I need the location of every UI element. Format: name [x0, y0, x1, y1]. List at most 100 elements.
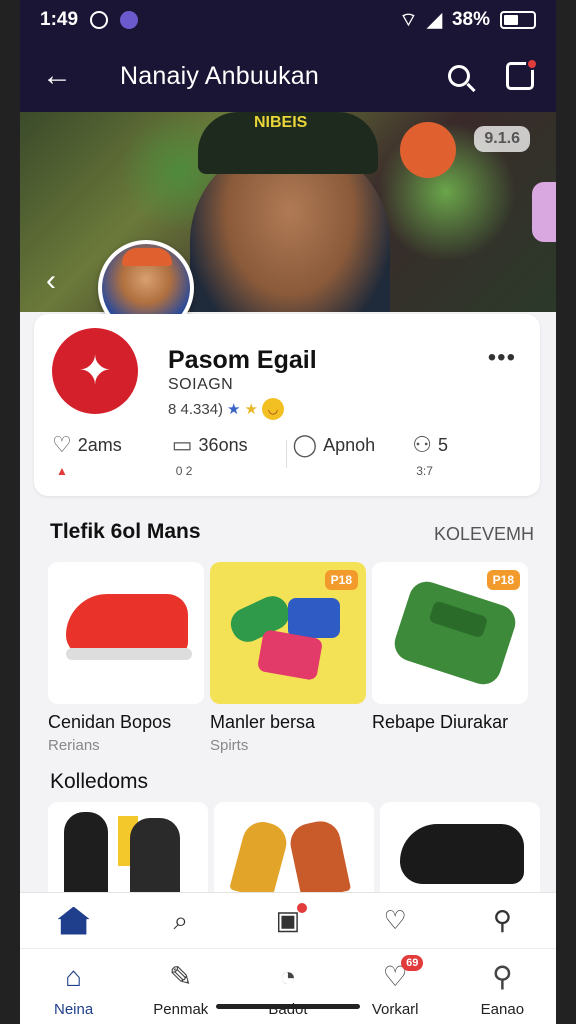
tab-home[interactable] [49, 901, 99, 941]
flame-icon: ▲ [56, 464, 68, 478]
shop-name: Pasom Egail [168, 346, 317, 374]
profile-card: ✦ Pasom Egail SOIAGN 8 4.334) ★ ★ ◡ ••• … [34, 314, 540, 496]
hero-side-figure [532, 182, 556, 242]
stat-followers[interactable]: ⚇ 5 3:7 [406, 432, 526, 478]
bottom-nav-profile[interactable]: ⚲ Eanao [456, 959, 548, 1018]
notification-icon [90, 11, 109, 29]
product-carousel: Cenidan Bopos Rerians P18 Manler bersa S… [48, 562, 540, 762]
bottom-nav-label: Neina [53, 1001, 94, 1018]
product-category: Rerians [48, 737, 100, 754]
stat-sub: 3:7 [416, 464, 433, 478]
tab-profile[interactable]: ⚲ [477, 901, 527, 941]
page-title: Nanaiy Anbuukan [120, 61, 319, 90]
avatar-cap [122, 248, 172, 266]
product-card[interactable]: P18 Rebape Diurakar [372, 562, 528, 762]
rating-row: 8 4.334) ★ ★ ◡ [168, 398, 284, 420]
collection-card[interactable] [214, 802, 374, 896]
product-card[interactable]: Cenidan Bopos Rerians [48, 562, 204, 762]
notification-count-badge: 69 [401, 955, 424, 971]
bottom-nav-badge[interactable]: ◔ Badot [242, 959, 334, 1018]
back-arrow-icon[interactable]: ← [42, 59, 82, 93]
boot-image [286, 817, 352, 896]
green-bag [390, 577, 520, 689]
tab-favorites[interactable]: ♡ [370, 901, 420, 941]
stat-label: Apnoh [323, 434, 376, 455]
device-bezel-right [556, 0, 576, 1024]
product-card[interactable]: P18 Manler bersa Spirts [210, 562, 366, 762]
status-bar: 1:49 ⌔ ◢ 38% [20, 0, 556, 40]
bottom-nav-label: Penmak [153, 1001, 209, 1018]
app-bar: ← Nanaiy Anbuukan [20, 40, 556, 112]
product-name: Rebape Diurakar [372, 712, 509, 732]
tab-bar-upper: ⌕ ▣ ♡ ⚲ [20, 892, 556, 948]
product-item [288, 598, 340, 638]
stat-messages[interactable]: ▭ 36ons 0 2 [166, 432, 286, 478]
see-all-link[interactable]: KOLEVEMH [434, 524, 534, 545]
tab-search[interactable]: ⌕ [156, 901, 206, 941]
bottom-nav-home[interactable]: ⌂ Neina [28, 959, 120, 1018]
brand-logo[interactable]: ✦ [52, 328, 138, 414]
product-image: P18 [210, 562, 366, 704]
star-icon: ★ [227, 401, 241, 418]
rating-value: 8 4.334) [168, 400, 224, 418]
hero-cap-text: NIBEIS [254, 114, 308, 131]
boot-image [229, 817, 291, 896]
star-gold-icon: ★ [244, 401, 258, 418]
stat-chat[interactable]: ◯ Apnoh [287, 432, 407, 478]
product-category: Spirts [210, 737, 249, 754]
black-sneaker [400, 824, 524, 884]
search-icon: ⌕ [173, 904, 189, 935]
people-icon: ⚇ [412, 432, 432, 457]
sneaker-sole [66, 648, 192, 660]
shop-subtitle: SOIAGN [168, 376, 234, 393]
home-indicator[interactable] [216, 1004, 360, 1009]
stat-likes[interactable]: ♡ 2ams ▲ [46, 432, 166, 478]
home-icon [57, 906, 90, 935]
player-figure [130, 818, 180, 896]
bottom-nav-favorites[interactable]: ♡ 69 Vorkarl [349, 955, 441, 1018]
bottom-nav-label: Eanao [480, 1001, 525, 1018]
cart-icon[interactable] [506, 58, 538, 90]
stat-label: 36ons [198, 434, 248, 455]
collections-title: Kolledoms [50, 770, 149, 793]
product-badge: P18 [324, 570, 358, 590]
status-time: 1:49 [40, 9, 79, 30]
section-title: Tlefik 6ol Mans [50, 520, 201, 543]
home-icon: ⌂ [65, 961, 83, 992]
user-icon: ⚲ [492, 961, 513, 992]
device-bezel-left [0, 0, 20, 1024]
tab-cart[interactable]: ▣ [263, 901, 313, 941]
more-options-icon[interactable]: ••• [488, 344, 516, 372]
search-icon[interactable] [448, 65, 470, 87]
bottom-nav-edit[interactable]: ✎ Penmak [135, 959, 227, 1018]
signal-icon: ◢ [427, 9, 442, 31]
player-figure [64, 812, 108, 896]
product-name: Cenidan Bopos [48, 712, 172, 732]
wifi-icon: ⌔ [399, 10, 418, 31]
edit-icon: ✎ [169, 961, 193, 992]
chat-square-icon: ▭ [171, 432, 193, 457]
emoji-icon: ◡ [261, 398, 284, 420]
battery-percent: 38% [451, 9, 490, 30]
battery-icon [500, 11, 536, 29]
collection-card[interactable] [380, 802, 540, 896]
product-item [256, 629, 324, 681]
collections-row [48, 802, 540, 896]
bottom-nav-label: Vorkarl [371, 1001, 419, 1018]
collection-card[interactable] [48, 802, 208, 896]
product-image: P18 [372, 562, 528, 704]
cart-badge-dot [526, 58, 538, 70]
heart-icon: ♡ [383, 905, 407, 935]
app-screen: 1:49 ⌔ ◢ 38% ← Nanaiy Anbuukan NIBEIS 9.… [20, 0, 556, 1024]
hero-decoration [400, 122, 456, 178]
product-name: Manler bersa [210, 712, 316, 732]
bottom-nav: ⌂ Neina ✎ Penmak ◔ Badot ♡ 69 Vorkarl ⚲ … [20, 948, 556, 1024]
hero-badge: 9.1.6 [474, 126, 530, 152]
chevron-left-icon[interactable]: ‹ [46, 264, 56, 298]
cart-badge-dot [296, 902, 307, 913]
thumb-icon: ◔ [279, 961, 297, 992]
user-icon: ⚲ [492, 905, 512, 935]
chat-bubble-icon: ◯ [292, 432, 318, 457]
app-status-icon [120, 11, 139, 29]
stat-label: 5 [437, 434, 448, 455]
